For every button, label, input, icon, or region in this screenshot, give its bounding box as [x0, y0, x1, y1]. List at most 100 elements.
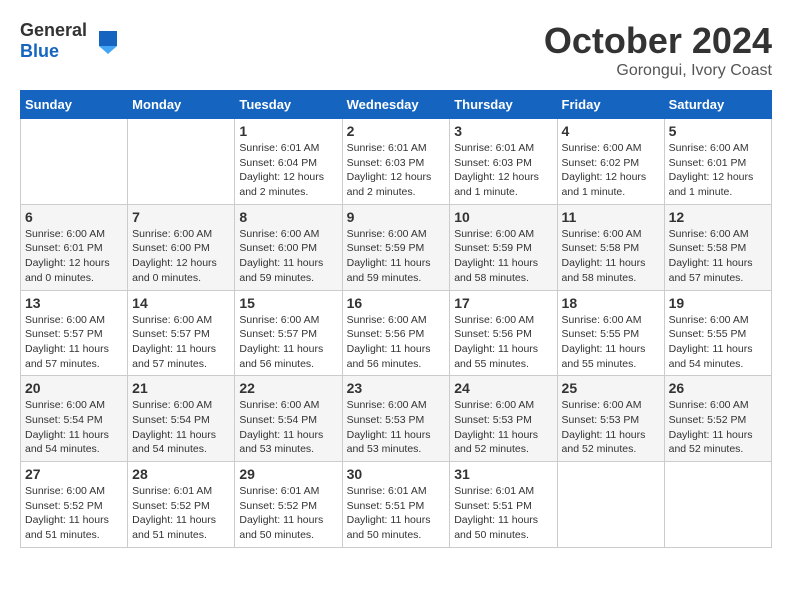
day-info: Sunrise: 6:00 AM Sunset: 5:59 PM Dayligh… — [454, 227, 552, 286]
day-info: Sunrise: 6:00 AM Sunset: 5:53 PM Dayligh… — [562, 398, 660, 457]
calendar-cell: 16Sunrise: 6:00 AM Sunset: 5:56 PM Dayli… — [342, 290, 450, 376]
day-info: Sunrise: 6:00 AM Sunset: 6:02 PM Dayligh… — [562, 141, 660, 200]
day-info: Sunrise: 6:00 AM Sunset: 5:55 PM Dayligh… — [669, 313, 767, 372]
day-number: 16 — [347, 295, 446, 311]
calendar-cell: 12 Sunrise: 6:00 AM Sunset: 5:58 PM Dayli… — [664, 204, 771, 290]
day-info: Sunrise: 6:00 AM Sunset: 5:57 PM Dayligh… — [25, 313, 123, 372]
calendar-cell: 19 Sunrise: 6:00 AM Sunset: 5:55 PM Dayli… — [664, 290, 771, 376]
calendar-cell: 29 Sunrise: 6:01 AM Sunset: 5:52 PM Dayli… — [235, 462, 342, 548]
day-number: 7 — [132, 209, 230, 225]
day-number: 25 — [562, 380, 660, 396]
day-number: 24 — [454, 380, 552, 396]
calendar-week-row: 20 Sunrise: 6:00 AM Sunset: 5:54 PM Dayli… — [21, 376, 772, 462]
calendar-cell: 25 Sunrise: 6:00 AM Sunset: 5:53 PM Dayli… — [557, 376, 664, 462]
day-of-week-header: Wednesday — [342, 91, 450, 119]
day-number: 21 — [132, 380, 230, 396]
page-header: General Blue October 2024 Gorongui, Ivor… — [20, 20, 772, 80]
day-number: 9 — [347, 209, 446, 225]
day-info: Sunrise: 6:00 AM Sunset: 5:58 PM Dayligh… — [669, 227, 767, 286]
day-number: 22 — [239, 380, 337, 396]
day-info: Sunrise: 6:00 AM Sunset: 6:00 PM Dayligh… — [132, 227, 230, 286]
day-number: 27 — [25, 466, 123, 482]
month-title: October 2024 — [544, 20, 772, 62]
calendar-cell: 24 Sunrise: 6:00 AM Sunset: 5:53 PM Dayli… — [450, 376, 557, 462]
day-number: 5 — [669, 123, 767, 139]
day-number: 14 — [132, 295, 230, 311]
day-info: Sunrise: 6:00 AM Sunset: 5:53 PM Dayligh… — [347, 398, 446, 457]
calendar-cell: 2Sunrise: 6:01 AM Sunset: 6:03 PM Daylig… — [342, 119, 450, 205]
day-number: 11 — [562, 209, 660, 225]
calendar-table: SundayMondayTuesdayWednesdayThursdayFrid… — [20, 90, 772, 548]
location-subtitle: Gorongui, Ivory Coast — [544, 62, 772, 80]
calendar-cell: 8Sunrise: 6:00 AM Sunset: 6:00 PM Daylig… — [235, 204, 342, 290]
calendar-week-row: 13 Sunrise: 6:00 AM Sunset: 5:57 PM Dayli… — [21, 290, 772, 376]
day-info: Sunrise: 6:01 AM Sunset: 5:52 PM Dayligh… — [132, 484, 230, 543]
logo-blue: Blue — [20, 41, 59, 61]
day-number: 26 — [669, 380, 767, 396]
day-info: Sunrise: 6:00 AM Sunset: 6:01 PM Dayligh… — [669, 141, 767, 200]
calendar-cell: 6 Sunrise: 6:00 AM Sunset: 6:01 PM Daylig… — [21, 204, 128, 290]
day-number: 15 — [239, 295, 337, 311]
calendar-cell: 23 Sunrise: 6:00 AM Sunset: 5:53 PM Dayli… — [342, 376, 450, 462]
calendar-cell — [557, 462, 664, 548]
calendar-cell: 5 Sunrise: 6:00 AM Sunset: 6:01 PM Daylig… — [664, 119, 771, 205]
calendar-week-row: 1Sunrise: 6:01 AM Sunset: 6:04 PM Daylig… — [21, 119, 772, 205]
calendar-cell: 9 Sunrise: 6:00 AM Sunset: 5:59 PM Daylig… — [342, 204, 450, 290]
calendar-cell: 7 Sunrise: 6:00 AM Sunset: 6:00 PM Daylig… — [128, 204, 235, 290]
day-info: Sunrise: 6:00 AM Sunset: 5:54 PM Dayligh… — [132, 398, 230, 457]
day-of-week-header: Monday — [128, 91, 235, 119]
day-of-week-header: Saturday — [664, 91, 771, 119]
day-number: 4 — [562, 123, 660, 139]
day-info: Sunrise: 6:00 AM Sunset: 5:59 PM Dayligh… — [347, 227, 446, 286]
calendar-week-row: 6 Sunrise: 6:00 AM Sunset: 6:01 PM Daylig… — [21, 204, 772, 290]
calendar-cell: 31Sunrise: 6:01 AM Sunset: 5:51 PM Dayli… — [450, 462, 557, 548]
day-number: 31 — [454, 466, 552, 482]
day-number: 6 — [25, 209, 123, 225]
calendar-cell: 30 Sunrise: 6:01 AM Sunset: 5:51 PM Dayli… — [342, 462, 450, 548]
day-info: Sunrise: 6:01 AM Sunset: 5:51 PM Dayligh… — [347, 484, 446, 543]
day-info: Sunrise: 6:01 AM Sunset: 5:52 PM Dayligh… — [239, 484, 337, 543]
day-info: Sunrise: 6:00 AM Sunset: 5:58 PM Dayligh… — [562, 227, 660, 286]
calendar-cell: 3Sunrise: 6:01 AM Sunset: 6:03 PM Daylig… — [450, 119, 557, 205]
day-info: Sunrise: 6:01 AM Sunset: 6:03 PM Dayligh… — [347, 141, 446, 200]
calendar-cell: 10 Sunrise: 6:00 AM Sunset: 5:59 PM Dayli… — [450, 204, 557, 290]
calendar-cell: 22 Sunrise: 6:00 AM Sunset: 5:54 PM Dayli… — [235, 376, 342, 462]
day-info: Sunrise: 6:00 AM Sunset: 5:54 PM Dayligh… — [239, 398, 337, 457]
calendar-cell: 17 Sunrise: 6:00 AM Sunset: 5:56 PM Dayli… — [450, 290, 557, 376]
day-number: 29 — [239, 466, 337, 482]
day-number: 17 — [454, 295, 552, 311]
day-info: Sunrise: 6:00 AM Sunset: 6:01 PM Dayligh… — [25, 227, 123, 286]
calendar-cell: 13 Sunrise: 6:00 AM Sunset: 5:57 PM Dayli… — [21, 290, 128, 376]
day-of-week-header: Tuesday — [235, 91, 342, 119]
day-info: Sunrise: 6:00 AM Sunset: 5:52 PM Dayligh… — [25, 484, 123, 543]
day-number: 20 — [25, 380, 123, 396]
day-number: 23 — [347, 380, 446, 396]
logo-icon — [89, 26, 119, 56]
day-info: Sunrise: 6:00 AM Sunset: 5:55 PM Dayligh… — [562, 313, 660, 372]
calendar-cell: 26 Sunrise: 6:00 AM Sunset: 5:52 PM Dayli… — [664, 376, 771, 462]
calendar-cell: 21 Sunrise: 6:00 AM Sunset: 5:54 PM Dayli… — [128, 376, 235, 462]
day-number: 13 — [25, 295, 123, 311]
day-info: Sunrise: 6:00 AM Sunset: 5:54 PM Dayligh… — [25, 398, 123, 457]
day-info: Sunrise: 6:00 AM Sunset: 5:53 PM Dayligh… — [454, 398, 552, 457]
calendar-cell: 1Sunrise: 6:01 AM Sunset: 6:04 PM Daylig… — [235, 119, 342, 205]
calendar-cell: 18 Sunrise: 6:00 AM Sunset: 5:55 PM Dayli… — [557, 290, 664, 376]
day-info: Sunrise: 6:00 AM Sunset: 6:00 PM Dayligh… — [239, 227, 337, 286]
calendar-cell: 11 Sunrise: 6:00 AM Sunset: 5:58 PM Dayli… — [557, 204, 664, 290]
day-of-week-header: Sunday — [21, 91, 128, 119]
day-number: 19 — [669, 295, 767, 311]
day-number: 10 — [454, 209, 552, 225]
day-info: Sunrise: 6:00 AM Sunset: 5:57 PM Dayligh… — [132, 313, 230, 372]
day-number: 30 — [347, 466, 446, 482]
day-info: Sunrise: 6:00 AM Sunset: 5:52 PM Dayligh… — [669, 398, 767, 457]
calendar-cell — [21, 119, 128, 205]
calendar-cell: 20 Sunrise: 6:00 AM Sunset: 5:54 PM Dayli… — [21, 376, 128, 462]
day-info: Sunrise: 6:01 AM Sunset: 6:03 PM Dayligh… — [454, 141, 552, 200]
calendar-week-row: 27 Sunrise: 6:00 AM Sunset: 5:52 PM Dayli… — [21, 462, 772, 548]
day-number: 28 — [132, 466, 230, 482]
logo-text: General Blue — [20, 20, 87, 62]
day-info: Sunrise: 6:00 AM Sunset: 5:56 PM Dayligh… — [454, 313, 552, 372]
logo-general: General — [20, 20, 87, 40]
day-number: 12 — [669, 209, 767, 225]
day-number: 18 — [562, 295, 660, 311]
